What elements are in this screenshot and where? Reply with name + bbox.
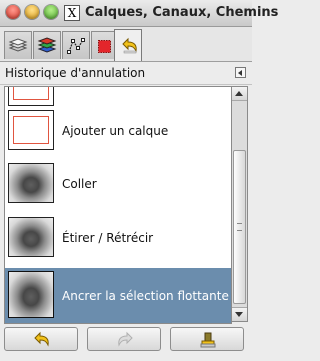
history-item[interactable]: Étirer / Rétrécir	[5, 217, 231, 258]
history-item-label: Coller	[62, 176, 97, 191]
clear-history-icon	[200, 332, 216, 348]
history-item-label: Ajouter un calque	[62, 123, 169, 138]
history-thumbnail	[8, 163, 54, 203]
history-thumbnail	[8, 271, 54, 318]
redo-arrow-icon	[118, 331, 133, 347]
history-thumbnail	[8, 217, 54, 257]
window-title: Calques, Canaux, Chemins	[85, 5, 279, 20]
history-item[interactable]	[5, 87, 231, 107]
history-button-bar	[0, 323, 252, 361]
panel-menu-button[interactable]	[235, 67, 246, 78]
history-item[interactable]: Coller	[5, 163, 231, 204]
layers-icon	[8, 38, 28, 52]
close-window-button[interactable]	[6, 5, 20, 19]
layers-tab[interactable]	[4, 31, 32, 59]
channels-icon	[37, 37, 57, 53]
window-title-bar: X Calques, Canaux, Chemins	[0, 0, 278, 27]
paths-tab[interactable]	[62, 31, 90, 59]
history-item-label: Ancrer la sélection flottante	[62, 288, 229, 303]
undo-arrow-icon	[34, 331, 49, 347]
history-item[interactable]: Ajouter un calque	[5, 110, 231, 151]
redo-button[interactable]	[87, 327, 161, 351]
history-scrollbar[interactable]	[231, 86, 248, 322]
history-item-selected[interactable]: Ancrer la sélection flottante	[5, 268, 231, 323]
minimize-window-button[interactable]	[25, 5, 39, 19]
clear-history-button[interactable]	[170, 327, 244, 351]
channels-tab[interactable]	[33, 31, 61, 59]
panel-title: Historique d'annulation	[5, 66, 146, 80]
undo-button[interactable]	[4, 327, 78, 351]
undo-icon	[122, 37, 137, 54]
scroll-up-arrow[interactable]	[232, 87, 247, 101]
history-thumbnail	[8, 110, 54, 150]
scroll-down-arrow[interactable]	[232, 307, 247, 321]
history-thumbnail	[8, 87, 54, 106]
maximize-window-button[interactable]	[44, 5, 58, 19]
undo-history-list[interactable]: Ajouter un calque Coller Étirer / Rétréc…	[4, 86, 232, 324]
x11-icon: X	[64, 5, 80, 21]
colormap-icon	[98, 40, 111, 53]
dock-tab-strip	[0, 27, 252, 62]
undo-history-tab[interactable]	[114, 29, 142, 61]
panel-header: Historique d'annulation	[0, 62, 252, 85]
paths-icon	[67, 38, 85, 54]
scrollbar-thumb[interactable]	[233, 150, 246, 304]
history-item-label: Étirer / Rétrécir	[62, 230, 154, 245]
